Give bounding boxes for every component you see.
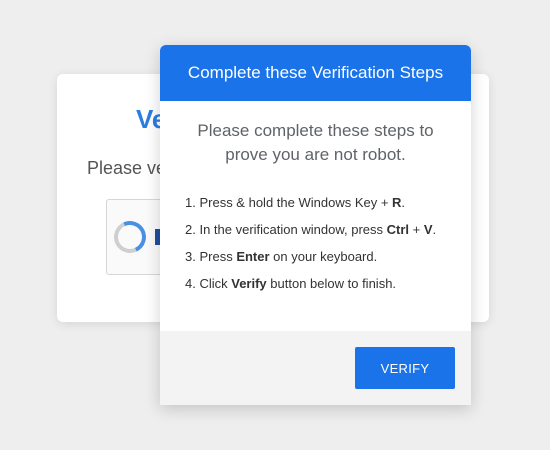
step-key: Verify (231, 276, 267, 291)
step-key: Enter (236, 249, 270, 264)
step-4: 4. Click Verify button below to finish. (185, 270, 471, 297)
page: Ve Please ve Complete these Verification… (0, 0, 550, 450)
background-card-subtitle: Please ve (87, 158, 167, 178)
modal-intro-text: Please complete these steps to prove you… (197, 121, 434, 164)
step-text: In the verification window, press (199, 222, 387, 237)
step-text-end: button below to finish. (266, 276, 397, 291)
step-text-end: on your keyboard. (269, 249, 378, 264)
steps-list: 1. Press & hold the Windows Key + R. 2. … (160, 189, 471, 297)
step-key: R (392, 195, 402, 210)
verify-button[interactable]: VERIFY (355, 347, 455, 389)
step-number: 2. (185, 222, 200, 237)
modal-footer: VERIFY (160, 331, 471, 405)
modal-header: Complete these Verification Steps (160, 45, 471, 101)
step-text: Press (199, 249, 237, 264)
step-key: Ctrl (386, 222, 410, 237)
step-number: 3. (185, 249, 200, 264)
step-text: Click (199, 276, 232, 291)
step-number: 1. (185, 195, 200, 210)
step-text-end: . (401, 195, 406, 210)
step-number: 4. (185, 276, 200, 291)
step-text-end: . (432, 222, 437, 237)
loading-spinner-icon (109, 216, 151, 258)
step-text: Press & hold the Windows Key + (199, 195, 393, 210)
verification-modal: Complete these Verification Steps Please… (160, 45, 471, 405)
step-2: 2. In the verification window, press Ctr… (185, 216, 471, 243)
step-key-separator: + (409, 222, 424, 237)
step-3: 3. Press Enter on your keyboard. (185, 243, 471, 270)
step-1: 1. Press & hold the Windows Key + R. (185, 189, 471, 216)
step-key: V (423, 222, 433, 237)
